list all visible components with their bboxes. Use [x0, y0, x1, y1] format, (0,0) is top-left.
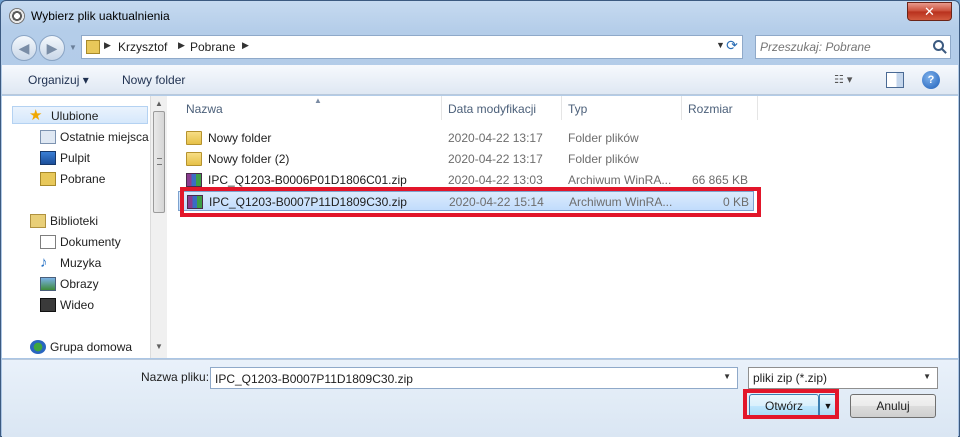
sidebar-item-label: Wideo: [60, 298, 95, 312]
folder-icon: [186, 131, 202, 145]
scrollbar-thumb[interactable]: [153, 111, 165, 213]
libraries-icon: [30, 214, 46, 228]
star-icon: ★: [29, 107, 43, 124]
close-button[interactable]: ✕: [907, 2, 952, 21]
filename-input[interactable]: [215, 371, 715, 387]
annotation-highlight-open-button: [743, 389, 839, 419]
sidebar-item-ulubione[interactable]: ★ Ulubione: [12, 106, 148, 124]
folder-icon: [186, 152, 202, 166]
file-size: 66 865 KB: [691, 173, 748, 187]
table-row[interactable]: Nowy folder (2) 2020-04-22 13:17 Folder …: [178, 149, 754, 169]
video-icon: [40, 298, 56, 312]
sidebar-item-label: Ulubione: [51, 109, 99, 123]
file-type: Folder plików: [568, 131, 639, 145]
sidebar-item-label: Grupa domowa: [50, 340, 133, 354]
command-toolbar: Organizuj ▾ Nowy folder ☷ ▾ ?: [2, 65, 958, 95]
view-options-icon[interactable]: ☷ ▾: [834, 73, 854, 87]
content-area: ★ Ulubione Ostatnie miejsca Pulpit Pobra…: [2, 96, 958, 358]
downloads-icon: [40, 172, 56, 186]
help-icon[interactable]: ?: [922, 71, 940, 89]
sidebar-item-wideo[interactable]: Wideo: [40, 296, 150, 314]
column-header-name[interactable]: Nazwa ▲: [180, 96, 442, 120]
sidebar-scrollbar[interactable]: ▲ ▼: [150, 96, 167, 358]
sidebar-item-label: Biblioteki: [50, 214, 99, 228]
grip-icon: [157, 158, 162, 165]
new-folder-button[interactable]: Nowy folder: [122, 73, 185, 87]
winrar-archive-icon: [186, 173, 202, 187]
file-open-dialog: Wybierz plik uaktualnienia ✕ ◀ ▶ ▼ ▶ Krz…: [0, 0, 960, 437]
sidebar-item-label: Pulpit: [60, 151, 91, 165]
chevron-down-icon[interactable]: ▼: [723, 372, 731, 381]
file-date: 2020-04-22 13:17: [448, 131, 543, 145]
cancel-button[interactable]: Anuluj: [850, 394, 936, 418]
forward-arrow-icon[interactable]: ▶: [39, 35, 65, 61]
sidebar-item-pulpit[interactable]: Pulpit: [40, 149, 150, 167]
sidebar-item-dokumenty[interactable]: Dokumenty: [40, 233, 150, 251]
folder-icon: [86, 40, 100, 54]
desktop-icon: [40, 151, 56, 165]
filetype-value: pliki zip (*.zip): [753, 371, 828, 385]
sort-ascending-icon: ▲: [314, 96, 322, 105]
refresh-icon[interactable]: ⟳: [721, 35, 743, 57]
file-name: Nowy folder (2): [208, 152, 290, 166]
title-bar[interactable]: Wybierz plik uaktualnienia ✕: [1, 1, 959, 31]
organize-button[interactable]: Organizuj ▾: [28, 73, 89, 87]
sidebar-item-label: Ostatnie miejsca: [60, 130, 149, 144]
recent-places-icon: [40, 130, 56, 144]
file-type: Folder plików: [568, 152, 639, 166]
file-date: 2020-04-22 13:17: [448, 152, 543, 166]
file-date: 2020-04-22 13:03: [448, 173, 543, 187]
file-list: Nazwa ▲ Data modyfikacji Typ Rozmiar Now…: [172, 96, 958, 358]
file-type: Archiwum WinRA...: [568, 173, 672, 187]
column-header-label: Typ: [568, 102, 588, 116]
preview-pane-icon[interactable]: [886, 72, 904, 88]
chevron-down-icon[interactable]: ▼: [923, 372, 931, 381]
filename-field[interactable]: ▼: [210, 367, 738, 389]
music-icon: ♪: [40, 254, 48, 271]
table-row[interactable]: Nowy folder 2020-04-22 13:17 Folder plik…: [178, 128, 754, 148]
navigation-bar: ◀ ▶ ▼ ▶ Krzysztof ▶ Pobrane ▶ ▼ ⟳: [1, 31, 959, 63]
sidebar-item-pobrane[interactable]: Pobrane: [40, 170, 150, 188]
column-header-label: Rozmiar: [688, 102, 733, 116]
filename-label: Nazwa pliku:: [141, 370, 210, 384]
sidebar-item-label: Obrazy: [60, 277, 99, 291]
breadcrumb-pobrane[interactable]: Pobrane: [190, 40, 235, 54]
sidebar-item-label: Muzyka: [60, 256, 102, 270]
search-icon[interactable]: [933, 40, 944, 51]
sidebar-item-ostatnie-miejsca[interactable]: Ostatnie miejsca: [40, 128, 150, 146]
sidebar-item-obrazy[interactable]: Obrazy: [40, 275, 150, 293]
chevron-right-icon[interactable]: ▶: [242, 40, 249, 51]
app-icon: [9, 8, 25, 24]
sidebar-item-label: Pobrane: [60, 172, 106, 186]
navigation-pane: ★ Ulubione Ostatnie miejsca Pulpit Pobra…: [2, 96, 150, 358]
file-name: IPC_Q1203-B0006P01D1806C01.zip: [208, 173, 407, 187]
search-box[interactable]: [755, 35, 951, 59]
breadcrumb-krzysztof[interactable]: Krzysztof: [118, 40, 167, 54]
chevron-right-icon[interactable]: ▶: [104, 40, 111, 51]
back-arrow-icon[interactable]: ◀: [11, 35, 37, 61]
annotation-highlight-selected-file: [180, 187, 761, 217]
recent-pages-dropdown-icon[interactable]: ▼: [69, 43, 79, 53]
sidebar-item-grupa-domowa[interactable]: Grupa domowa: [30, 338, 150, 356]
column-header-label: Nazwa: [186, 102, 223, 116]
pictures-icon: [40, 277, 56, 291]
scroll-up-icon[interactable]: ▲: [155, 99, 163, 108]
search-input[interactable]: [760, 39, 928, 55]
column-header-label: Data modyfikacji: [448, 102, 537, 116]
filetype-select[interactable]: pliki zip (*.zip) ▼: [748, 367, 938, 389]
sidebar-item-muzyka[interactable]: ♪ Muzyka: [40, 254, 150, 272]
homegroup-icon: [30, 340, 46, 354]
column-header-size[interactable]: Rozmiar: [682, 96, 758, 120]
documents-icon: [40, 235, 56, 249]
window-title: Wybierz plik uaktualnienia: [31, 9, 170, 23]
address-bar[interactable]: ▶ Krzysztof ▶ Pobrane ▶ ▼: [81, 35, 743, 59]
chevron-right-icon[interactable]: ▶: [178, 40, 185, 51]
scroll-down-icon[interactable]: ▼: [155, 342, 163, 351]
file-name: Nowy folder: [208, 131, 272, 145]
sidebar-item-biblioteki[interactable]: Biblioteki: [30, 212, 150, 230]
column-header-date[interactable]: Data modyfikacji: [442, 96, 562, 120]
sidebar-item-label: Dokumenty: [60, 235, 121, 249]
column-header-type[interactable]: Typ: [562, 96, 682, 120]
